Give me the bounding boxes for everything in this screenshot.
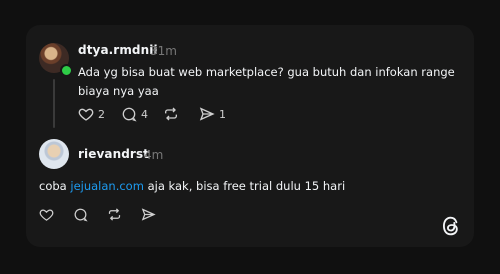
comment-icon [122,107,137,122]
like-button[interactable]: 2 [78,106,105,122]
share-button[interactable]: 1 [199,106,226,122]
reply-share-button[interactable] [141,207,156,222]
reply-like-button[interactable] [39,207,54,222]
reply-time: 4m [144,148,164,162]
comment-button[interactable]: 4 [121,106,148,122]
reply-text-before: coba [39,179,71,193]
post-time: 31m [150,44,177,58]
reply-comment-button[interactable] [73,207,88,222]
avatar-rievandrst[interactable] [39,139,69,169]
share-count: 1 [219,107,226,121]
reply-text: coba jejualan.com aja kak, bisa free tri… [39,177,459,196]
reply-username[interactable]: rievandrst [78,147,149,161]
thread-connector-line [53,79,55,128]
post-username[interactable]: dtya.rmdnii [78,43,158,57]
reply-repost-button[interactable] [107,207,122,222]
like-count: 2 [98,107,105,121]
repost-button[interactable] [163,106,179,122]
heart-icon [78,108,94,121]
reply-text-after: aja kak, bisa free trial dulu 15 hari [143,179,346,193]
send-icon [199,107,215,121]
thread-card [26,25,474,247]
send-icon [141,208,156,221]
comment-count: 4 [141,107,148,121]
repost-icon [108,208,121,221]
post-text: Ada yg bisa buat web marketplace? gua bu… [78,65,455,98]
comment-icon [74,208,88,222]
reply-link[interactable]: jejualan.com [70,179,144,193]
repost-icon [165,107,177,121]
heart-icon [39,209,54,221]
threads-logo-icon[interactable] [441,215,461,241]
online-indicator [60,64,73,77]
